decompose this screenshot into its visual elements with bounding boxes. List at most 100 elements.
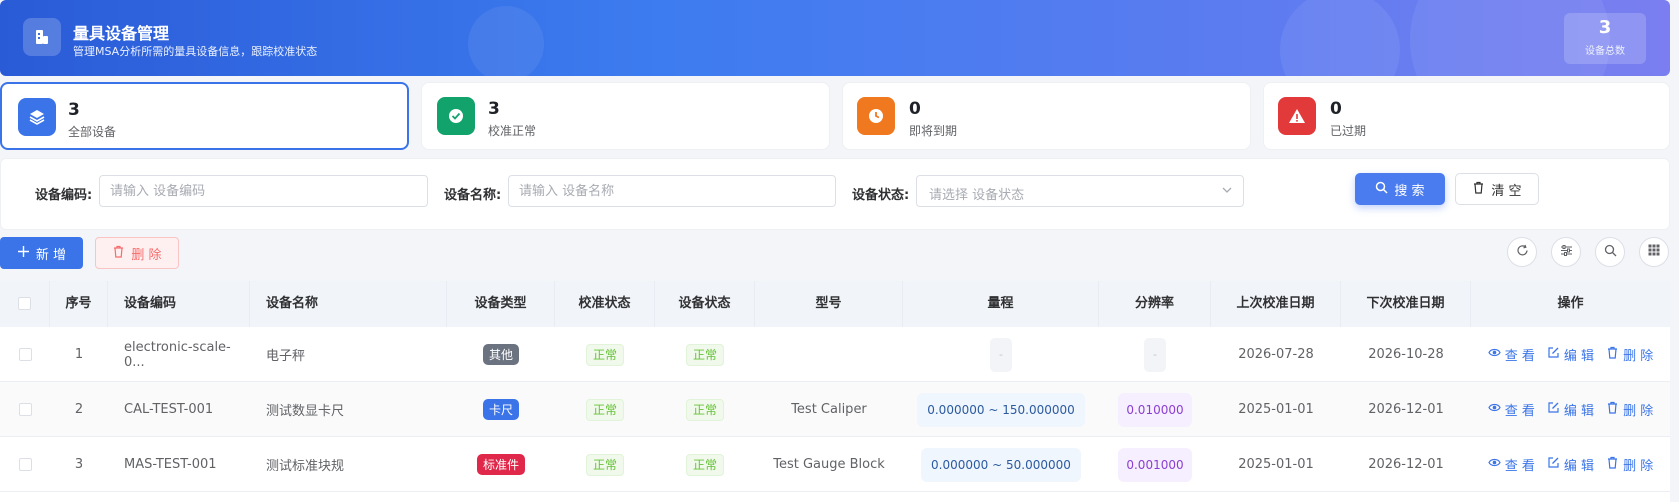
edit-icon xyxy=(1547,346,1560,363)
name-input[interactable] xyxy=(508,175,836,207)
delete-label: 删 除 xyxy=(1623,459,1654,474)
type-cell: 其他 xyxy=(447,327,555,382)
index-cell: 1 xyxy=(50,327,108,382)
stat-count: 3 xyxy=(488,99,500,119)
delete-row-button[interactable]: 删 除 xyxy=(1606,455,1653,474)
calib-cell: 正常 xyxy=(555,382,655,437)
add-button-label: 新 增 xyxy=(35,247,67,263)
type-cell: 卡尺 xyxy=(447,382,555,437)
delete-label: 删 除 xyxy=(1623,349,1654,364)
delete-row-button[interactable]: 删 除 xyxy=(1606,345,1653,364)
name-cell: 测试标准块规 xyxy=(250,437,447,492)
edit-button[interactable]: 编 辑 xyxy=(1547,455,1594,474)
edit-label: 编 辑 xyxy=(1563,404,1595,419)
stat-card-normal[interactable]: 3 校准正常 xyxy=(421,82,830,150)
edit-label: 编 辑 xyxy=(1563,459,1595,474)
row-checkbox[interactable] xyxy=(18,348,32,361)
row-actions: 查 看编 辑删 除 xyxy=(1488,455,1653,474)
refresh-button[interactable] xyxy=(1507,237,1537,267)
index-cell: 2 xyxy=(50,382,108,437)
trash-icon xyxy=(1606,401,1619,418)
device-status-tag: 正常 xyxy=(685,453,724,476)
search-button[interactable]: 搜 索 xyxy=(1355,173,1445,205)
device-table: 序号 设备编码 设备名称 设备类型 校准状态 设备状态 型号 量程 分辨率 上次… xyxy=(0,281,1670,502)
row-index: 1 xyxy=(74,347,84,362)
col-index: 序号 xyxy=(50,281,108,327)
chevron-down-icon xyxy=(1221,184,1233,200)
table-header: 序号 设备编码 设备名称 设备类型 校准状态 设备状态 型号 量程 分辨率 上次… xyxy=(0,281,1670,327)
index-cell: 3 xyxy=(50,437,108,492)
col-model: 型号 xyxy=(755,281,903,327)
device-name: 测试数显卡尺 xyxy=(266,404,345,419)
actions-cell: 查 看编 辑删 除 xyxy=(1471,327,1670,382)
device-status-tag: 正常 xyxy=(685,398,724,421)
trash-icon xyxy=(112,245,125,262)
last-calib-cell: 2025-01-01 xyxy=(1211,382,1341,437)
add-button[interactable]: 新 增 xyxy=(0,237,83,269)
range-cell: 0.000000 ~ 150.000000 xyxy=(903,382,1099,437)
type-tag: 卡尺 xyxy=(482,399,519,420)
checkbox-cell xyxy=(0,382,50,437)
type-tag: 其他 xyxy=(482,344,519,365)
layers-icon xyxy=(18,98,56,136)
view-label: 查 看 xyxy=(1504,349,1535,364)
range-min: 0.000000 xyxy=(931,457,989,472)
view-button[interactable]: 查 看 xyxy=(1488,400,1535,419)
edit-icon xyxy=(1547,456,1560,473)
page-subtitle: 管理MSA分析所需的量具设备信息，跟踪校准状态 xyxy=(73,45,318,58)
name-cell: 测试数显卡尺 xyxy=(250,382,447,437)
calib-status-tag: 正常 xyxy=(585,453,624,476)
code-input[interactable] xyxy=(99,175,428,207)
resolution-cell: - xyxy=(1099,327,1211,382)
clear-button[interactable]: 清 空 xyxy=(1455,173,1539,205)
row-checkbox[interactable] xyxy=(18,458,32,471)
next-calib-cell: 2026-12-01 xyxy=(1341,437,1471,492)
status-cell: 正常 xyxy=(655,437,755,492)
trash-icon xyxy=(1606,346,1619,363)
calib-cell: 正常 xyxy=(555,327,655,382)
row-checkbox[interactable] xyxy=(18,403,32,416)
stat-card-expiring[interactable]: 0 即将到期 xyxy=(842,82,1251,150)
range-cell: 0.000000 ~ 50.000000 xyxy=(903,437,1099,492)
table-row: 1 electronic-scale-0... 电子秤 其他 正常 正常 - - 2026-07… xyxy=(0,327,1670,382)
column-settings-button[interactable] xyxy=(1551,237,1581,267)
select-all-checkbox[interactable] xyxy=(18,297,31,310)
resolution-cell: 0.001000 xyxy=(1099,437,1211,492)
delete-button[interactable]: 删 除 xyxy=(95,237,179,269)
table-row: 2 CAL-TEST-001 测试数显卡尺 卡尺 正常 正常 Test Caliper 0.0… xyxy=(0,382,1670,437)
name-cell: 电子秤 xyxy=(250,327,447,382)
next-calib-date: 2026-10-28 xyxy=(1368,347,1444,362)
total-count-badge: 3 设备总数 xyxy=(1564,13,1646,64)
delete-label: 删 除 xyxy=(1623,404,1654,419)
clock-icon xyxy=(857,97,895,135)
checkbox-cell xyxy=(0,327,50,382)
search-button-label: 搜 索 xyxy=(1394,183,1425,199)
device-code: electronic-scale-0... xyxy=(124,339,231,370)
col-calib-status: 校准状态 xyxy=(555,281,655,327)
sliders-icon xyxy=(1560,244,1573,261)
stat-card-expired[interactable]: 0 已过期 xyxy=(1263,82,1670,150)
view-button[interactable]: 查 看 xyxy=(1488,345,1535,364)
view-button[interactable]: 查 看 xyxy=(1488,455,1535,474)
grid-view-button[interactable] xyxy=(1639,237,1669,267)
type-cell: 标准件 xyxy=(447,437,555,492)
edit-label: 编 辑 xyxy=(1563,349,1595,364)
page-header: 量具设备管理 管理MSA分析所需的量具设备信息，跟踪校准状态 3 设备总数 xyxy=(0,0,1670,76)
edit-button[interactable]: 编 辑 xyxy=(1547,345,1594,364)
check-circle-icon xyxy=(437,97,475,135)
eye-icon xyxy=(1488,401,1501,418)
search-panel: 设备编码: 设备名称: 设备状态: 请选择 设备状态 搜 索 清 空 xyxy=(0,158,1670,230)
col-device-status: 设备状态 xyxy=(655,281,755,327)
col-type: 设备类型 xyxy=(447,281,555,327)
toggle-search-button[interactable] xyxy=(1595,237,1625,267)
last-calib-cell: 2025-01-01 xyxy=(1211,437,1341,492)
status-select[interactable]: 请选择 设备状态 xyxy=(916,175,1244,207)
stat-card-all[interactable]: 3 全部设备 xyxy=(0,82,409,150)
range-sep: ~ xyxy=(988,402,999,417)
delete-row-button[interactable]: 删 除 xyxy=(1606,400,1653,419)
code-cell: CAL-TEST-001 xyxy=(108,382,250,437)
eye-icon xyxy=(1488,456,1501,473)
stat-label: 全部设备 xyxy=(68,125,117,139)
stat-label: 校准正常 xyxy=(488,124,537,138)
edit-button[interactable]: 编 辑 xyxy=(1547,400,1594,419)
